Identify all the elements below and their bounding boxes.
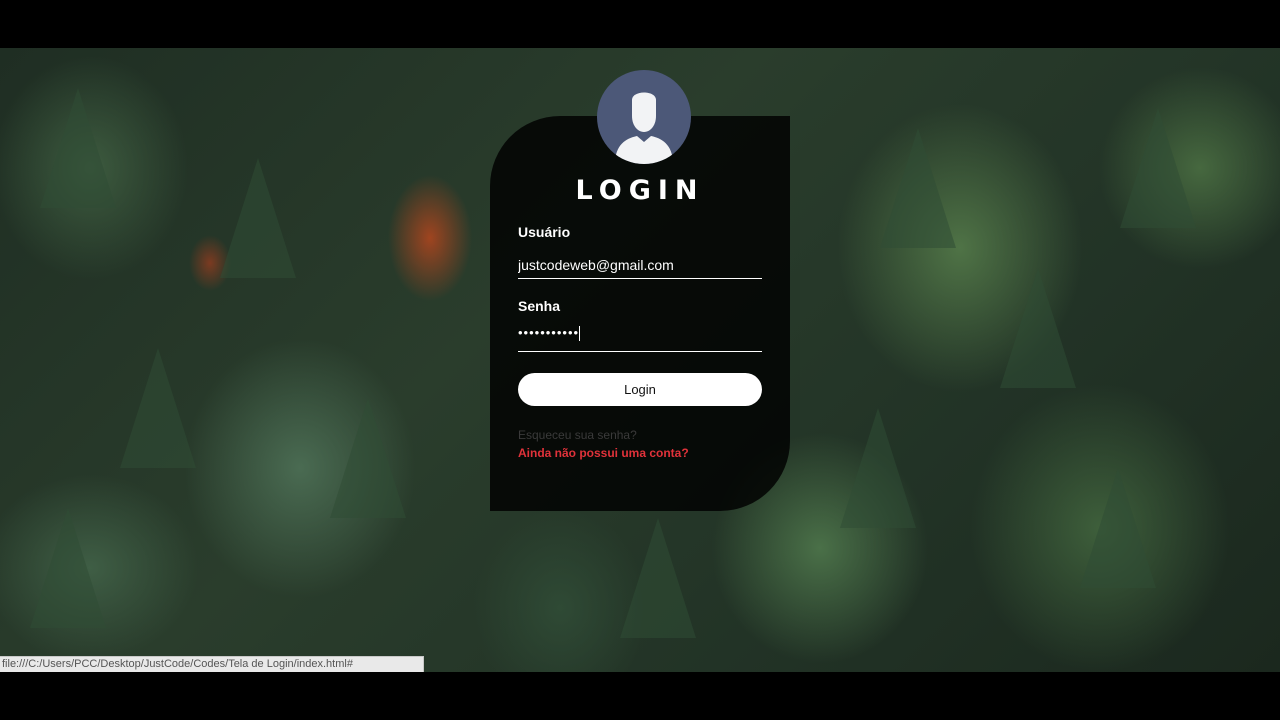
letterbox-top	[0, 0, 1280, 48]
tree-shape	[1120, 108, 1196, 228]
browser-status-bar: file:///C:/Users/PCC/Desktop/JustCode/Co…	[0, 656, 424, 672]
tree-shape	[30, 508, 106, 628]
user-avatar	[597, 70, 691, 164]
tree-shape	[120, 348, 196, 468]
password-label: Senha	[518, 298, 561, 314]
signup-link[interactable]: Ainda não possui uma conta?	[518, 446, 689, 460]
tree-shape	[1000, 268, 1076, 388]
tree-shape	[220, 158, 296, 278]
tree-shape	[620, 518, 696, 638]
tree-shape	[330, 398, 406, 518]
username-label: Usuário	[518, 224, 571, 240]
login-title: LOGIN	[575, 175, 705, 206]
password-value: •••••••••••	[518, 325, 580, 340]
tree-shape	[40, 88, 116, 208]
tree-shape	[880, 128, 956, 248]
user-silhouette-icon	[615, 92, 673, 164]
text-caret	[579, 326, 581, 342]
forgot-password-link[interactable]: Esqueceu sua senha?	[518, 428, 637, 442]
username-input[interactable]	[518, 251, 762, 279]
login-button[interactable]: Login	[518, 373, 762, 406]
letterbox-bottom	[0, 672, 1280, 720]
tree-shape	[1080, 468, 1156, 588]
password-input[interactable]: •••••••••••	[518, 324, 762, 352]
tree-shape	[840, 408, 916, 528]
